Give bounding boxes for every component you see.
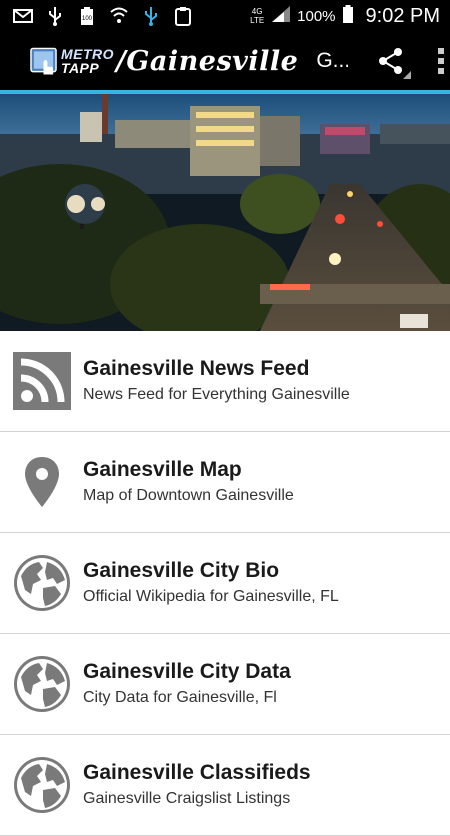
share-button[interactable] bbox=[374, 43, 412, 79]
list-item-city-data[interactable]: Gainesville City Data City Data for Gain… bbox=[0, 634, 450, 735]
tablet-touch-icon bbox=[30, 47, 57, 75]
list-item-title: Gainesville City Data bbox=[83, 660, 291, 683]
battery-icon bbox=[342, 4, 354, 29]
globe-icon bbox=[13, 554, 71, 612]
app-logo[interactable]: METRO TAPP bbox=[30, 43, 114, 79]
list-item-city-bio[interactable]: Gainesville City Bio Official Wikipedia … bbox=[0, 533, 450, 634]
overflow-menu-button[interactable] bbox=[431, 43, 450, 79]
list-item-subtitle: Gainesville Craigslist Listings bbox=[83, 790, 291, 807]
logo-tapp-text: TAPP bbox=[60, 60, 100, 76]
shield-wifi-icon bbox=[108, 5, 130, 27]
feature-list: Gainesville News Feed News Feed for Ever… bbox=[0, 331, 450, 836]
list-item-subtitle: Official Wikipedia for Gainesville, FL bbox=[83, 588, 339, 605]
rss-icon bbox=[13, 352, 71, 410]
list-item-title: Gainesville News Feed bbox=[83, 357, 310, 380]
network-label: 4G LTE bbox=[250, 7, 265, 25]
app-title: /Gainesville bbox=[116, 45, 299, 77]
usb-icon bbox=[44, 5, 66, 27]
list-item-map[interactable]: Gainesville Map Map of Downtown Gainesvi… bbox=[0, 432, 450, 533]
battery-label: 100 bbox=[82, 16, 93, 22]
list-item-title: Gainesville Map bbox=[83, 458, 242, 481]
battery-percent: 100% bbox=[297, 7, 336, 25]
logo-metro-text: METRO bbox=[60, 46, 114, 62]
usb-debug-icon bbox=[140, 5, 162, 27]
list-item-title: Gainesville Classifieds bbox=[83, 761, 311, 784]
globe-icon bbox=[13, 756, 71, 814]
city-night-photo bbox=[0, 94, 450, 331]
clock: 9:02 PM bbox=[365, 4, 440, 27]
battery-100-icon: 100 bbox=[76, 5, 98, 27]
list-item-classifieds[interactable]: Gainesville Classifieds Gainesville Crai… bbox=[0, 735, 450, 836]
action-bar: METRO TAPP /Gainesville G... bbox=[0, 32, 450, 90]
list-item-subtitle: Map of Downtown Gainesville bbox=[83, 487, 294, 504]
dropdown-corner-icon bbox=[403, 71, 412, 79]
hero-image bbox=[0, 94, 450, 331]
status-bar: 100 4G LTE 100% 9:02 PM bbox=[0, 0, 450, 32]
share-icon bbox=[378, 48, 402, 74]
list-item-subtitle: News Feed for Everything Gainesville bbox=[83, 386, 350, 403]
globe-icon bbox=[13, 655, 71, 713]
email-icon bbox=[12, 5, 34, 27]
screen-title: G... bbox=[316, 49, 348, 72]
map-pin-icon bbox=[13, 453, 71, 511]
list-item-subtitle: City Data for Gainesville, Fl bbox=[83, 689, 277, 706]
signal-icon bbox=[271, 5, 291, 28]
overflow-menu-icon bbox=[437, 48, 444, 74]
clipboard-icon bbox=[172, 5, 194, 27]
network-4g-icon: 4G LTE bbox=[249, 7, 265, 25]
list-item-title: Gainesville City Bio bbox=[83, 559, 280, 582]
list-item-news-feed[interactable]: Gainesville News Feed News Feed for Ever… bbox=[0, 331, 450, 432]
